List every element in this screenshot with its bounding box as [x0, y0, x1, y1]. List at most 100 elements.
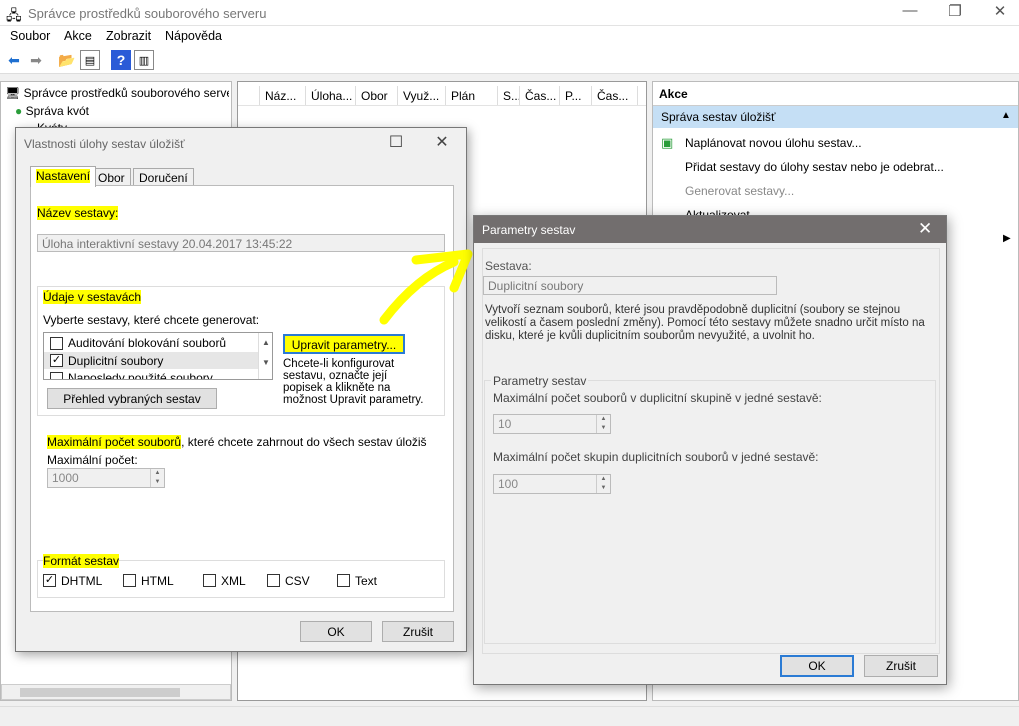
- action-schedule-task[interactable]: Naplánovat novou úlohu sestav...: [685, 136, 862, 150]
- list-scrollbar[interactable]: ▲ ▼: [258, 333, 272, 379]
- menu-soubor[interactable]: Soubor: [10, 29, 50, 43]
- param2-label: Maximální počet skupin duplicitních soub…: [493, 450, 819, 464]
- cancel-button[interactable]: Zrušit: [382, 621, 454, 642]
- horizontal-scrollbar[interactable]: [1, 684, 231, 700]
- actions-header: Akce: [653, 82, 1018, 106]
- column-header[interactable]: Úloha...: [306, 86, 356, 105]
- toolbar: ⬅ ➡ 📂 ▤ ? ▥: [0, 46, 1019, 74]
- param2-value: 100: [498, 477, 519, 491]
- param1-value: 10: [498, 417, 512, 431]
- ok-button[interactable]: OK: [780, 655, 854, 677]
- action-add-remove-reports[interactable]: Přidat sestavy do úlohy sestav nebo je o…: [685, 160, 944, 174]
- format-label: Text: [355, 574, 378, 588]
- max-files-description: Maximální počet souborů, které chcete za…: [47, 435, 427, 449]
- report-label: Duplicitní soubory: [68, 354, 164, 368]
- column-header[interactable]: S...: [498, 86, 520, 105]
- report-label: Auditování blokování souborů: [68, 336, 227, 350]
- maximize-button[interactable]: ❐: [940, 2, 970, 20]
- report-name-label: Název sestavy:: [37, 206, 119, 220]
- quota-icon: ●: [15, 104, 23, 118]
- dialog-close-button[interactable]: ✕: [918, 219, 932, 239]
- report-value-field: Duplicitní soubory: [483, 276, 777, 295]
- menu-zobrazit[interactable]: Zobrazit: [106, 29, 151, 43]
- column-header[interactable]: Čas...: [592, 86, 638, 105]
- max-count-field[interactable]: 1000 ▲ ▼: [47, 468, 165, 488]
- report-checkbox[interactable]: ✓: [50, 354, 63, 367]
- action-refresh[interactable]: Aktualizovat: [685, 208, 750, 215]
- window-title: Správce prostředků souborového serveru: [28, 6, 267, 21]
- spin-arrows-icon[interactable]: ▲ ▼: [596, 415, 610, 433]
- dialog-maximize-button[interactable]: ☐: [384, 132, 408, 152]
- minimize-button[interactable]: —: [895, 2, 925, 19]
- param1-label: Maximální počet souborů v duplicitní sku…: [493, 391, 822, 405]
- list-item[interactable]: Auditování blokování souborů: [44, 335, 258, 351]
- report-label: Naposledy použité soubory: [68, 371, 213, 380]
- status-bar: [0, 706, 1019, 726]
- menu-akce[interactable]: Akce: [64, 29, 92, 43]
- annotation-arrow: [379, 249, 473, 325]
- show-hide-tree-icon[interactable]: ▤: [80, 50, 100, 70]
- menu-bar: Soubor Akce Zobrazit Nápověda: [0, 26, 1019, 46]
- format-checkbox-text[interactable]: [337, 574, 350, 587]
- param2-field[interactable]: 100 ▲ ▼: [493, 474, 611, 494]
- back-arrow-icon[interactable]: ⬅: [4, 50, 24, 70]
- spin-arrows-icon[interactable]: ▲ ▼: [150, 469, 164, 487]
- list-item[interactable]: ✓ Duplicitní soubory: [44, 352, 258, 369]
- format-label: XML: [221, 574, 246, 588]
- submenu-arrow-icon[interactable]: ▶: [1003, 233, 1011, 244]
- report-label: Sestava:: [485, 259, 532, 273]
- tree-item-root-label: Správce prostředků souborového serveru: [23, 86, 229, 100]
- max-files-rest: , které chcete zahrnout do všech sestav …: [181, 435, 427, 449]
- dialog-title: Parametry sestav: [482, 223, 576, 237]
- format-checkbox-html[interactable]: [123, 574, 136, 587]
- spin-arrows-icon[interactable]: ▲ ▼: [596, 475, 610, 493]
- action-generate-reports[interactable]: Generovat sestavy...: [685, 184, 794, 198]
- show-action-pane-icon[interactable]: ▥: [134, 50, 154, 70]
- review-reports-button[interactable]: Přehled vybraných sestav: [47, 388, 217, 409]
- max-count-label: Maximální počet:: [47, 453, 138, 467]
- schedule-task-icon: ▣: [661, 135, 674, 150]
- tree-item-root[interactable]: 🖥 Správce prostředků souborového serveru: [5, 86, 229, 100]
- help-icon[interactable]: ?: [111, 50, 131, 70]
- parameters-group-label: Parametry sestav: [491, 374, 589, 388]
- close-button[interactable]: ✕: [985, 2, 1015, 20]
- column-header[interactable]: Plán: [446, 86, 498, 105]
- up-folder-icon[interactable]: 📂: [57, 50, 77, 70]
- column-header[interactable]: Obor: [356, 86, 398, 105]
- tree-item-quota-label: Správa kvót: [25, 104, 89, 118]
- report-checkbox[interactable]: [50, 372, 63, 379]
- format-checkbox-csv[interactable]: [267, 574, 280, 587]
- task-properties-dialog: Vlastnosti úlohy sestav úložišť ☐ ✕ Nast…: [15, 127, 467, 652]
- param1-field[interactable]: 10 ▲ ▼: [493, 414, 611, 434]
- column-header[interactable]: P...: [560, 86, 592, 105]
- forward-arrow-icon[interactable]: ➡: [26, 50, 46, 70]
- format-label: DHTML: [61, 574, 103, 588]
- edit-parameters-hint: Chcete-li konfigurovat sestavu, označte …: [283, 358, 443, 406]
- report-data-group-label: Údaje v sestavách: [43, 290, 142, 304]
- column-spacer: [238, 86, 260, 105]
- menu-napoveda[interactable]: Nápověda: [165, 29, 222, 43]
- format-checkbox-dhtml[interactable]: ✓: [43, 574, 56, 587]
- collapse-triangle-icon[interactable]: ▲: [1001, 110, 1011, 121]
- column-header[interactable]: Náz...: [260, 86, 306, 105]
- tab-settings[interactable]: Nastavení: [30, 166, 97, 187]
- report-format-label: Formát sestav: [43, 554, 120, 568]
- scrollbar-thumb[interactable]: [20, 688, 180, 697]
- column-header[interactable]: Využ...: [398, 86, 446, 105]
- column-header[interactable]: Čas...: [520, 86, 560, 105]
- tab-settings-label: Nastavení: [36, 169, 91, 183]
- report-parameters-dialog: Parametry sestav ✕ Sestava: Duplicitní s…: [473, 215, 947, 685]
- dialog-close-button[interactable]: ✕: [430, 132, 454, 152]
- cancel-button[interactable]: Zrušit: [864, 655, 938, 677]
- max-files-highlight: Maximální počet souborů: [47, 435, 182, 449]
- edit-parameters-button[interactable]: Upravit parametry...: [283, 334, 405, 354]
- ok-button[interactable]: OK: [300, 621, 372, 642]
- actions-section[interactable]: Správa sestav úložišť ▲: [653, 106, 1018, 128]
- dialog-titlebar: Parametry sestav ✕: [474, 216, 946, 243]
- list-item[interactable]: Naposledy použité soubory: [44, 370, 258, 380]
- tree-item-quota[interactable]: ● Správa kvót: [15, 104, 89, 118]
- report-checkbox[interactable]: [50, 337, 63, 350]
- format-label: CSV: [285, 574, 310, 588]
- format-checkbox-xml[interactable]: [203, 574, 216, 587]
- title-bar: 🖧 Správce prostředků souborového serveru…: [0, 0, 1019, 26]
